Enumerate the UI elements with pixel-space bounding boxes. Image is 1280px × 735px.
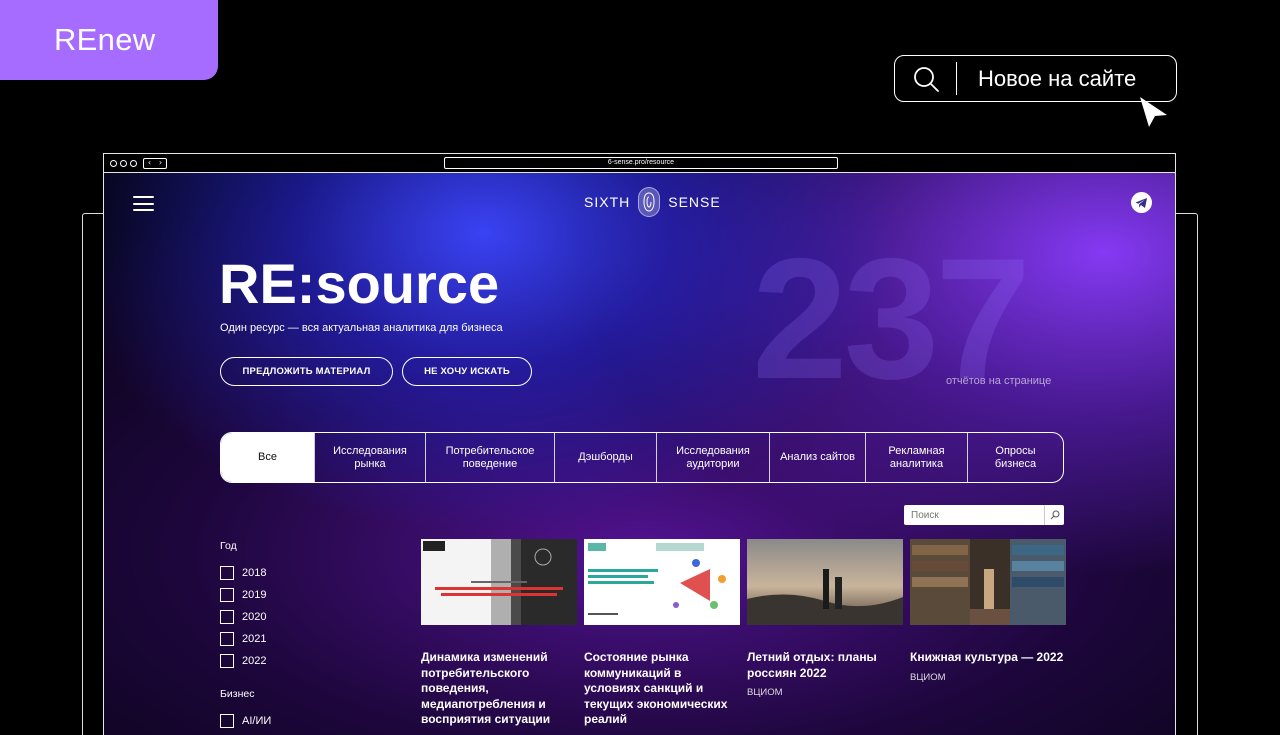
filter-label: AI/ИИ [242, 715, 272, 727]
report-title[interactable]: Книжная культура — 2022 [910, 650, 1066, 666]
filter-label: 2021 [242, 633, 267, 645]
window-controls[interactable] [110, 159, 137, 167]
checkbox[interactable] [220, 632, 234, 646]
report-title[interactable]: Летний отдых: планы россиян 2022 [747, 650, 903, 681]
page-title: RE:source [219, 252, 500, 315]
search-icon[interactable] [1044, 505, 1064, 525]
page-subtitle: Один ресурс — вся актуальная аналитика д… [220, 322, 503, 334]
page-viewport: SIXTH SENSE 237 отчётов на странице RE:s… [104, 173, 1175, 735]
logo-left: SIXTH [584, 194, 631, 210]
tab-business-surveys[interactable]: Опросы бизнеса [967, 433, 1063, 482]
site-logo[interactable]: SIXTH SENSE [584, 187, 721, 217]
report-cards: Динамика изменений потребительского пове… [421, 539, 1066, 728]
filter-year-2022[interactable]: 2022 [220, 650, 271, 672]
report-thumbnail[interactable] [421, 539, 577, 625]
report-thumbnail[interactable] [584, 539, 740, 625]
whats-new-search[interactable]: Новое на сайте [894, 55, 1177, 102]
filter-year-2021[interactable]: 2021 [220, 628, 271, 650]
nav-buttons[interactable]: ‹ › [143, 157, 167, 169]
menu-icon[interactable] [133, 196, 154, 211]
tab-dashboards[interactable]: Дэшборды [554, 433, 656, 482]
category-tabs: Все Исследования рынка Потребительское п… [220, 432, 1064, 483]
filters-panel: Год 2018 2019 2020 2021 2022 Бизнес AI/И… [220, 540, 271, 732]
back-icon[interactable]: ‹ [148, 159, 151, 167]
report-thumbnail[interactable] [747, 539, 903, 625]
report-card[interactable]: Динамика изменений потребительского пове… [421, 539, 577, 728]
search-icon [895, 62, 957, 95]
tab-market-research[interactable]: Исследования рынка [314, 433, 425, 482]
browser-window: ‹ › 6-sense.pro/resource SIXTH SENSE 237 … [103, 153, 1176, 735]
tab-all[interactable]: Все [221, 433, 314, 482]
filter-year-2019[interactable]: 2019 [220, 584, 271, 606]
checkbox[interactable] [220, 566, 234, 580]
report-card[interactable]: Летний отдых: планы россиян 2022 ВЦИОМ [747, 539, 903, 728]
catalog-search [904, 505, 1064, 525]
filter-year-title: Год [220, 540, 237, 552]
tab-audience-research[interactable]: Исследования аудитории [656, 433, 769, 482]
forward-icon[interactable]: › [159, 159, 162, 167]
report-title[interactable]: Динамика изменений потребительского пове… [421, 650, 577, 728]
suggest-material-button[interactable]: ПРЕДЛОЖИТЬ МАТЕРИАЛ [220, 357, 393, 386]
renew-tag-label: REnew [54, 22, 156, 57]
report-source: ВЦИОМ [747, 687, 783, 699]
cursor-icon [1140, 97, 1167, 127]
filter-label: 2019 [242, 589, 267, 601]
tab-consumer-behavior[interactable]: Потребительское поведение [425, 433, 554, 482]
filter-label: 2018 [242, 567, 267, 579]
telegram-icon[interactable] [1131, 192, 1152, 213]
dont-want-search-button[interactable]: НЕ ХОЧУ ИСКАТЬ [402, 357, 532, 386]
checkbox[interactable] [220, 588, 234, 602]
search-input[interactable] [904, 509, 1034, 521]
window-dot-icon[interactable] [120, 159, 127, 167]
checkbox[interactable] [220, 714, 234, 728]
checkbox[interactable] [220, 654, 234, 668]
report-card[interactable]: Книжная культура — 2022 ВЦИОМ [910, 539, 1066, 728]
whats-new-label: Новое на сайте [978, 65, 1137, 91]
report-card[interactable]: Состояние рынка коммуникаций в условиях … [584, 539, 740, 728]
url-bar[interactable]: 6-sense.pro/resource [444, 157, 838, 169]
filter-label: 2022 [242, 655, 267, 667]
filter-business-ai[interactable]: AI/ИИ [220, 710, 271, 732]
filter-business-title: Бизнес [220, 688, 255, 700]
filter-label: 2020 [242, 611, 267, 623]
renew-tag: REnew [0, 0, 218, 80]
logo-right: SENSE [668, 194, 721, 210]
browser-toolbar: ‹ › 6-sense.pro/resource [104, 154, 1175, 173]
report-count-label: отчётов на странице [946, 375, 1052, 387]
filter-year-2018[interactable]: 2018 [220, 562, 271, 584]
fingerprint-icon [638, 187, 661, 217]
window-dot-icon[interactable] [130, 159, 137, 167]
filter-year-2020[interactable]: 2020 [220, 606, 271, 628]
tab-site-analysis[interactable]: Анализ сайтов [769, 433, 865, 482]
report-title[interactable]: Состояние рынка коммуникаций в условиях … [584, 650, 740, 728]
checkbox[interactable] [220, 610, 234, 624]
window-dot-icon[interactable] [110, 159, 117, 167]
report-thumbnail[interactable] [910, 539, 1066, 625]
report-source: ВЦИОМ [910, 671, 946, 683]
tab-ad-analytics[interactable]: Рекламная аналитика [865, 433, 967, 482]
